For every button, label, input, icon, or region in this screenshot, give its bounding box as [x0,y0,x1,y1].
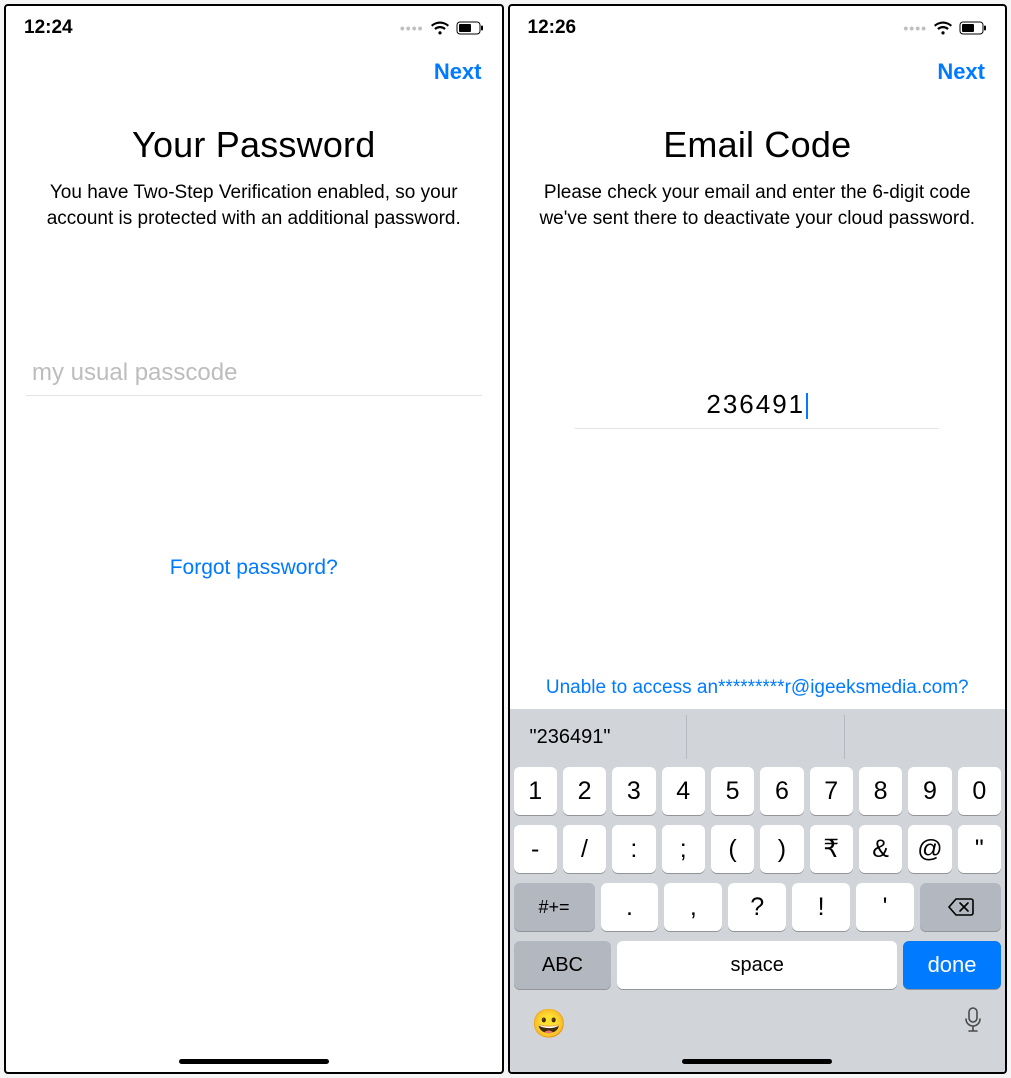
battery-icon [456,21,484,35]
page-title: Email Code [530,124,986,166]
suggestion-3[interactable] [845,715,1002,759]
password-input[interactable] [26,351,482,396]
key-slash[interactable]: / [563,825,606,873]
code-value: 236491 [706,389,805,419]
key-3[interactable]: 3 [612,767,655,815]
home-indicator[interactable] [682,1059,832,1064]
home-indicator[interactable] [179,1059,329,1064]
key-9[interactable]: 9 [908,767,951,815]
key-semicolon[interactable]: ; [662,825,705,873]
emoji-icon[interactable]: 😀 [532,1007,567,1040]
suggestion-bar: "236491" [514,715,1002,759]
key-at[interactable]: @ [908,825,951,873]
status-bar: 12:26 •••• [510,6,1006,50]
key-6[interactable]: 6 [760,767,803,815]
key-apostrophe[interactable]: ' [856,883,914,931]
text-caret [806,393,808,419]
status-right: •••• [400,20,484,36]
unable-access-link[interactable]: Unable to access an*********r@igeeksmedi… [530,671,986,709]
backspace-icon [947,897,975,917]
next-button[interactable]: Next [434,59,482,85]
forgot-password-link[interactable]: Forgot password? [26,556,482,580]
nav-bar: Next [510,50,1006,94]
password-input-wrap [26,351,482,396]
key-1[interactable]: 1 [514,767,557,815]
phone-screen-email-code: 12:26 •••• Next Email Code Please check … [508,4,1008,1074]
keyboard-row-3: #+= . , ? ! ' [514,883,1002,931]
key-question[interactable]: ? [728,883,786,931]
wifi-icon [933,21,953,36]
key-0[interactable]: 0 [958,767,1001,815]
key-2[interactable]: 2 [563,767,606,815]
key-8[interactable]: 8 [859,767,902,815]
key-done[interactable]: done [903,941,1001,989]
key-4[interactable]: 4 [662,767,705,815]
status-bar: 12:24 •••• [6,6,502,50]
key-paren-close[interactable]: ) [760,825,803,873]
nav-bar: Next [6,50,502,94]
keyboard-row-1: 1 2 3 4 5 6 7 8 9 0 [514,767,1002,815]
key-backspace[interactable] [920,883,1001,931]
key-5[interactable]: 5 [711,767,754,815]
key-quote[interactable]: " [958,825,1001,873]
content-area: Email Code Please check your email and e… [510,94,1006,709]
key-symbols[interactable]: #+= [514,883,595,931]
phone-screen-password: 12:24 •••• Next Your Password You have T… [4,4,504,1074]
content-area: Your Password You have Two-Step Verifica… [6,94,502,1072]
key-abc[interactable]: ABC [514,941,612,989]
wifi-icon [430,21,450,36]
keyboard-bottom-bar: 😀 [514,999,1002,1066]
key-exclaim[interactable]: ! [792,883,850,931]
code-input[interactable]: 236491 [575,381,939,429]
next-button[interactable]: Next [937,59,985,85]
cellular-dots-icon: •••• [400,20,424,36]
keyboard-row-2: - / : ; ( ) ₹ & @ " [514,825,1002,873]
keyboard-row-4: ABC space done [514,941,1002,989]
key-colon[interactable]: : [612,825,655,873]
status-time: 12:24 [24,17,73,39]
mic-icon[interactable] [963,1007,983,1040]
status-time: 12:26 [528,17,577,39]
key-dash[interactable]: - [514,825,557,873]
key-period[interactable]: . [601,883,659,931]
key-ampersand[interactable]: & [859,825,902,873]
suggestion-1[interactable]: "236491" [514,715,688,759]
key-paren-open[interactable]: ( [711,825,754,873]
page-title: Your Password [26,124,482,166]
key-space[interactable]: space [617,941,897,989]
key-comma[interactable]: , [664,883,722,931]
page-subtitle: You have Two-Step Verification enabled, … [26,180,482,231]
key-7[interactable]: 7 [810,767,853,815]
cellular-dots-icon: •••• [903,20,927,36]
suggestion-2[interactable] [687,715,845,759]
keyboard: "236491" 1 2 3 4 5 6 7 8 9 0 - / : ; ( )… [510,709,1006,1072]
page-subtitle: Please check your email and enter the 6-… [530,180,986,231]
battery-icon [959,21,987,35]
key-rupee[interactable]: ₹ [810,825,853,873]
status-right: •••• [903,20,987,36]
